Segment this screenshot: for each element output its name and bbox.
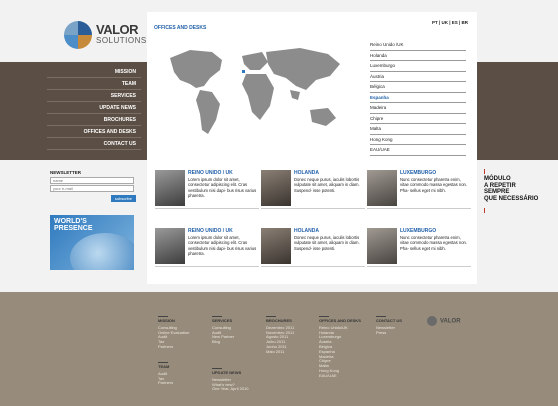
footer-col-services: SERVICES Consulting Audit New Partner Bl…: [212, 318, 235, 345]
note-marker-bottom: [484, 208, 485, 213]
footer-col-mission: MISSION Consulting Online Evaluation Aud…: [158, 318, 190, 349]
card-text: Nunc consectetur pharetra enim, vitae co…: [400, 177, 468, 193]
world-map[interactable]: [150, 34, 360, 154]
office-photo: [367, 170, 397, 206]
nav-team[interactable]: TEAM: [47, 78, 141, 90]
card-text: Donec neque purus, iaculis lobortis vulp…: [294, 235, 360, 251]
nav-offices[interactable]: OFFICES AND DESKS: [47, 126, 141, 138]
card-text: Donec neque purus, iaculis lobortis vulp…: [294, 177, 360, 193]
main-nav: MISSION TEAM SERVICES UPDATE NEWS BROCHU…: [47, 66, 141, 150]
card-divider: [261, 266, 365, 267]
country-item-holanda[interactable]: Holanda: [370, 51, 466, 61]
footer-col-offices: OFFICES AND DESKS Reino Unido/UK Holanda…: [319, 318, 361, 378]
nav-update-news[interactable]: UPDATE NEWS: [47, 102, 141, 114]
footer-col-team: TEAM Audit Tax Partners: [158, 364, 174, 386]
card-title[interactable]: HOLANDA: [294, 228, 319, 234]
country-item-uk[interactable]: Reino Unido /UK: [370, 40, 466, 51]
card-title[interactable]: LUXEMBURGO: [400, 170, 436, 176]
name-field[interactable]: [50, 177, 134, 184]
card-text: Lorem ipsum dolor sit amet, consectetur …: [188, 235, 257, 256]
office-photo: [155, 170, 185, 206]
office-card[interactable]: REINO UNIDO / UK Lorem ipsum dolor sit a…: [155, 170, 259, 210]
country-item-belgica[interactable]: Bélgica: [370, 82, 466, 93]
page: VALOR SOLUTIONS MISSION TEAM SERVICES UP…: [0, 0, 558, 406]
nav-mission[interactable]: MISSION: [47, 66, 141, 78]
card-title[interactable]: HOLANDA: [294, 170, 319, 176]
logo-sub: SOLUTIONS: [96, 36, 147, 45]
country-item-luxemburgo[interactable]: Luxemburgo: [370, 61, 466, 72]
office-card[interactable]: HOLANDA Donec neque purus, iaculis lobor…: [261, 170, 365, 210]
note-marker-top: [484, 169, 485, 174]
office-card[interactable]: HOLANDA Donec neque purus, iaculis lobor…: [261, 228, 365, 268]
country-item-hongkong[interactable]: Hong Kong: [370, 135, 466, 145]
page-title: OFFICES AND DESKS: [154, 25, 207, 31]
country-item-austria[interactable]: Áustria: [370, 72, 466, 82]
module-note: MÓDULO A REPETIR SEMPRE QUE NECESSÁRIO: [484, 169, 538, 213]
card-divider: [155, 266, 259, 267]
footer-col-brochures: BROCHURES Dezembro 2011 Novembro 2011 Ag…: [266, 318, 295, 354]
logo[interactable]: VALOR SOLUTIONS: [48, 18, 146, 58]
nav-services[interactable]: SERVICES: [47, 90, 141, 102]
globe-logo-icon: [64, 21, 92, 49]
country-item-malta[interactable]: Malta: [370, 124, 466, 135]
card-text: Lorem ipsum dolor sit amet, consectetur …: [188, 177, 257, 198]
language-switcher[interactable]: PT | UK | ES | BR: [432, 20, 468, 25]
subscribe-button[interactable]: subscribe: [110, 195, 136, 202]
card-title[interactable]: REINO UNIDO / UK: [188, 228, 233, 234]
worlds-presence-banner[interactable]: WORLD'S PRESENCE: [50, 215, 134, 270]
office-photo: [155, 228, 185, 264]
globe-image: [70, 233, 134, 270]
country-item-eau[interactable]: EAU/UAE: [370, 145, 466, 156]
country-item-espanha[interactable]: Espanha: [370, 93, 466, 103]
globe-logo-icon: [427, 316, 437, 326]
country-list: Reino Unido /UK Holanda Luxemburgo Áustr…: [370, 40, 466, 156]
office-card[interactable]: REINO UNIDO / UK Lorem ipsum dolor sit a…: [155, 228, 259, 268]
country-item-madeira[interactable]: Madeira: [370, 103, 466, 114]
card-divider: [155, 208, 259, 209]
presence-text: WORLD'S PRESENCE: [54, 218, 93, 232]
card-divider: [367, 266, 471, 267]
nav-brochures[interactable]: BROCHURES: [47, 114, 141, 126]
footer-col-update: UPDATE NEWS Newsletter What's new? One Y…: [212, 370, 249, 392]
newsletter-box: NEWSLETTER subscribe: [50, 170, 136, 202]
office-card[interactable]: LUXEMBURGO Nunc consectetur pharetra eni…: [367, 228, 471, 268]
office-photo: [261, 170, 291, 206]
footer-logo[interactable]: VALOR: [427, 316, 461, 326]
newsletter-title: NEWSLETTER: [50, 170, 81, 175]
card-divider: [367, 208, 471, 209]
footer-col-contact: CONTACT US Newsletter Press: [376, 318, 402, 335]
spain-marker[interactable]: [242, 70, 245, 73]
office-photo: [367, 228, 397, 264]
office-card[interactable]: LUXEMBURGO Nunc consectetur pharetra eni…: [367, 170, 471, 210]
email-field[interactable]: [50, 185, 134, 192]
country-item-chipre[interactable]: Chipre: [370, 114, 466, 124]
card-divider: [261, 208, 365, 209]
nav-contact[interactable]: CONTACT US: [47, 138, 141, 150]
office-photo: [261, 228, 291, 264]
card-text: Nunc consectetur pharetra enim, vitae co…: [400, 235, 468, 251]
logo-name: VALOR: [96, 22, 139, 37]
card-title[interactable]: LUXEMBURGO: [400, 228, 436, 234]
card-title[interactable]: REINO UNIDO / UK: [188, 170, 233, 176]
